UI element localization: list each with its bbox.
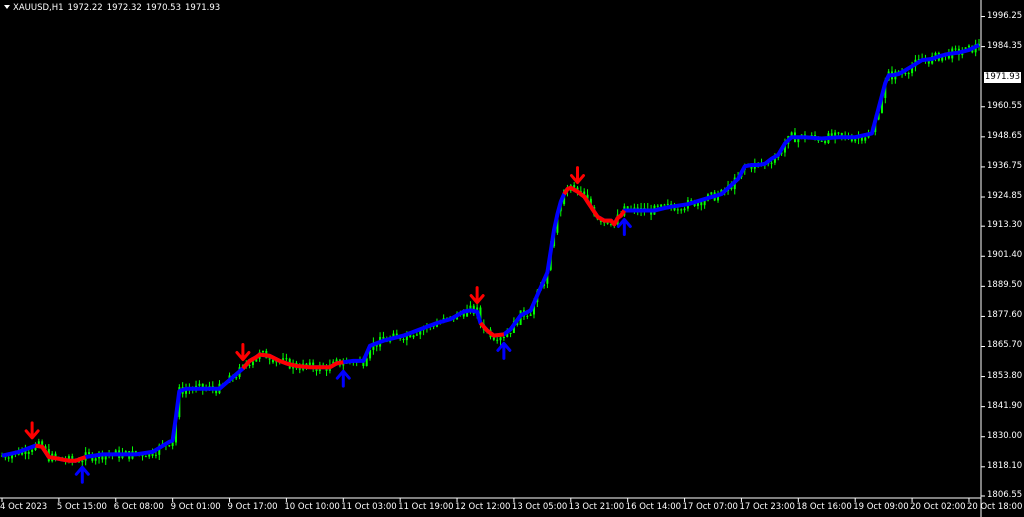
time-tick-label: 11 Oct 03:00	[341, 502, 397, 512]
open-value: 1972.22	[67, 3, 103, 13]
time-tick-label: 20 Oct 18:00	[966, 502, 1023, 512]
candle-body	[526, 315, 529, 317]
candle-body	[904, 72, 907, 74]
candle-body	[415, 334, 418, 336]
close-value: 1971.93	[185, 3, 221, 13]
candle-body	[81, 460, 84, 463]
chart-header: XAUUSD,H1 1972.22 1972.32 1970.53 1971.93	[4, 2, 224, 14]
candle-body	[144, 456, 147, 458]
candle-body	[824, 140, 827, 144]
time-tick-label: 12 Oct 12:00	[455, 502, 511, 512]
price-tick-label: 1841.90	[987, 400, 1023, 411]
menu-triangle-icon[interactable]	[4, 5, 10, 9]
candle-body	[656, 205, 659, 207]
candle-body	[660, 204, 663, 207]
candle-body	[315, 368, 318, 372]
chart-window[interactable]: XAUUSD,H1 1972.22 1972.32 1970.53 1971.93 19…	[0, 0, 1024, 517]
candle-body	[700, 202, 703, 206]
candle-body	[529, 314, 532, 316]
time-tick-label: 4 Oct 2023	[0, 502, 48, 512]
time-tick-label: 13 Oct 21:00	[568, 502, 625, 512]
price-tick-label: 1924.85	[987, 190, 1023, 201]
time-tick-label: 20 Oct 02:00	[910, 502, 966, 512]
candle-body	[770, 162, 773, 164]
time-tick-label: 13 Oct 05:00	[511, 502, 568, 512]
chart-background	[0, 0, 1024, 517]
price-tick-label: 1806.55	[987, 490, 1023, 500]
candle-body	[676, 209, 679, 211]
time-tick-label: 10 Oct 10:00	[284, 502, 340, 512]
time-tick-label: 9 Oct 01:00	[170, 502, 221, 512]
candle-body	[710, 192, 713, 195]
time-tick-label: 6 Oct 08:00	[113, 502, 164, 512]
candle-body	[87, 452, 90, 454]
candle-body	[492, 337, 495, 340]
time-tick-label: 17 Oct 23:00	[739, 502, 795, 512]
candle-body	[840, 133, 843, 136]
price-tick-label: 1960.55	[987, 100, 1023, 111]
candle-body	[171, 442, 174, 447]
candle-body	[251, 361, 254, 366]
price-chart[interactable]	[0, 0, 1024, 517]
price-tick-label: 1830.00	[987, 430, 1023, 441]
candle-body	[31, 449, 34, 452]
high-value: 1972.32	[106, 3, 142, 13]
candle-body	[683, 208, 686, 211]
time-tick-label: 16 Oct 14:00	[625, 502, 682, 512]
candle-body	[496, 339, 499, 341]
symbol-label: XAUUSD,H1	[13, 3, 64, 13]
price-tick-label: 1948.65	[987, 130, 1023, 141]
candle-body	[7, 457, 10, 459]
candle-body	[402, 339, 405, 341]
candle-body	[666, 203, 669, 205]
candle-body	[967, 45, 970, 48]
candle-body	[198, 383, 201, 386]
candle-body	[864, 137, 867, 141]
time-tick-label: 19 Oct 09:00	[853, 502, 909, 512]
candle-body	[502, 336, 505, 338]
price-tick-label: 1996.25	[987, 10, 1023, 21]
price-tick-label: 1913.30	[987, 220, 1023, 231]
candle-body	[663, 204, 666, 206]
candle-body	[954, 48, 957, 50]
price-tick-label: 1877.60	[987, 310, 1023, 321]
time-tick-label: 18 Oct 16:00	[796, 502, 852, 512]
candle-body	[285, 358, 288, 360]
price-tick-label: 1936.75	[987, 160, 1023, 171]
candle-body	[37, 441, 40, 444]
candle-body	[820, 140, 823, 142]
price-tick-label: 1865.70	[987, 340, 1023, 351]
candle-body	[509, 332, 512, 334]
candle-body	[94, 458, 97, 461]
price-tick-label: 1984.35	[987, 40, 1023, 51]
time-tick-label: 5 Oct 15:00	[56, 502, 107, 512]
candle-body	[837, 132, 840, 134]
candle-body	[298, 368, 301, 370]
candle-body	[168, 445, 171, 447]
price-tick-label: 1889.50	[987, 280, 1023, 291]
time-tick-label: 11 Oct 19:00	[398, 502, 454, 512]
time-tick-label: 9 Oct 17:00	[227, 502, 278, 512]
low-value: 1970.53	[145, 3, 181, 13]
candle-body	[907, 73, 910, 75]
candle-body	[499, 337, 502, 341]
candle-body	[154, 454, 157, 456]
price-tick-label: 1901.40	[987, 250, 1023, 261]
price-tick-label: 1818.10	[987, 460, 1023, 471]
candle-body	[27, 451, 30, 454]
candle-body	[680, 209, 683, 211]
current-price-badge: 1971.93	[984, 72, 1021, 83]
candle-body	[248, 365, 251, 367]
price-tick-label: 1853.80	[987, 370, 1023, 381]
candle-body	[261, 350, 264, 353]
time-tick-label: 17 Oct 07:00	[682, 502, 738, 512]
candle-body	[412, 335, 415, 338]
